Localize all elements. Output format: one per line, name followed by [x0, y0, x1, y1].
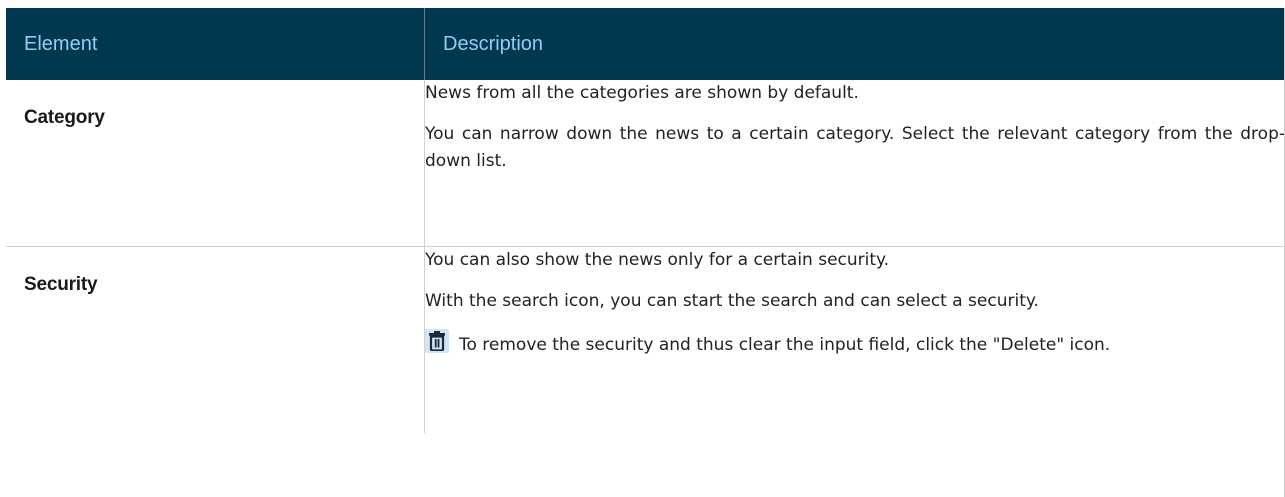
- element-name-security: Security: [24, 273, 98, 295]
- element-cell: Security: [6, 246, 425, 433]
- description-paragraph-with-icon: To remove the security and thus clear th…: [425, 328, 1285, 359]
- description-paragraph: News from all the categories are shown b…: [425, 83, 859, 103]
- description-paragraph: You can narrow down the news to a certai…: [425, 124, 1285, 171]
- table-row: Security You can also show the news only…: [6, 246, 1285, 433]
- element-cell: Category: [6, 80, 425, 247]
- description-cell: You can also show the news only for a ce…: [424, 246, 1285, 433]
- header-element: Element: [6, 8, 425, 80]
- description-cell: News from all the categories are shown b…: [424, 80, 1285, 247]
- description-paragraph: With the search icon, you can start the …: [425, 290, 1039, 311]
- element-name-category: Category: [24, 107, 105, 128]
- delete-instruction-text: To remove the security and thus clear th…: [459, 334, 1111, 355]
- trash-icon: [425, 328, 449, 353]
- description-paragraph: You can also show the news only for a ce…: [425, 249, 890, 270]
- table-header-row: Element Description: [6, 8, 1285, 80]
- element-description-table: Element Description Category News from a…: [6, 8, 1285, 433]
- header-description: Description: [424, 8, 1285, 80]
- table-row: Category News from all the categories ar…: [6, 80, 1285, 247]
